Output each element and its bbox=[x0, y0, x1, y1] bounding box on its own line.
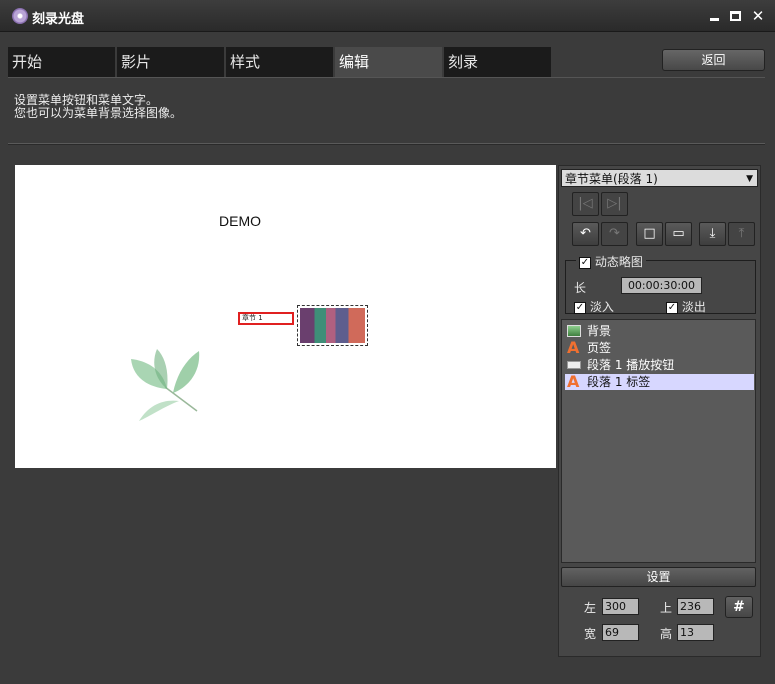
text-icon: A bbox=[567, 338, 580, 357]
instruction-line-2: 您也可以为菜单背景选择图像。 bbox=[14, 106, 183, 120]
layer-label: 背景 bbox=[587, 324, 612, 338]
layer-item-play-button[interactable]: 段落 1 播放按钮 bbox=[565, 357, 754, 373]
last-frame-button[interactable]: ▷| bbox=[601, 192, 628, 216]
preview-monitor-button[interactable]: ▭ bbox=[665, 222, 692, 246]
undo-button[interactable]: ↶ bbox=[572, 222, 599, 246]
grid-icon: # bbox=[733, 599, 745, 615]
layer-label: 页签 bbox=[587, 341, 612, 355]
width-input[interactable]: 69 bbox=[602, 624, 639, 641]
left-input[interactable]: 300 bbox=[602, 598, 639, 615]
layer-label: 段落 1 播放按钮 bbox=[587, 358, 675, 372]
title-bar: 刻录光盘 ✕ bbox=[0, 0, 775, 32]
text-icon: A bbox=[567, 372, 580, 391]
layer-label: 段落 1 标签 bbox=[587, 375, 651, 389]
close-icon[interactable]: ✕ bbox=[751, 9, 765, 24]
tab-movie[interactable]: 影片 bbox=[117, 47, 225, 77]
layer-item-chapter-label[interactable]: A 段落 1 标签 bbox=[565, 374, 754, 390]
tab-divider bbox=[8, 77, 765, 78]
checkbox-checked-icon: ✓ bbox=[579, 256, 591, 269]
leaf-decoration-icon bbox=[131, 349, 200, 421]
length-label: 长 bbox=[574, 281, 587, 295]
grid-snap-button[interactable]: # bbox=[725, 596, 753, 618]
chevron-down-icon: ▼ bbox=[746, 174, 753, 184]
length-input[interactable]: 00:00:30:00 bbox=[621, 277, 702, 294]
background-icon bbox=[567, 325, 581, 337]
safe-area-button[interactable]: □ bbox=[636, 222, 663, 246]
motion-thumbnail-checkbox[interactable]: ✓ 动态略图 bbox=[576, 253, 646, 270]
checkbox-checked-icon: ✓ bbox=[574, 301, 586, 314]
layer-item-page-label[interactable]: A 页签 bbox=[565, 340, 754, 356]
import-button[interactable]: ⤓ bbox=[699, 222, 726, 246]
button-icon bbox=[567, 361, 581, 369]
back-button[interactable]: 返回 bbox=[662, 49, 765, 71]
menu-select-value: 章节菜单(段落 1) bbox=[565, 172, 658, 186]
fade-out-checkbox[interactable]: ✓ 淡出 bbox=[666, 298, 706, 315]
section-divider bbox=[8, 143, 765, 145]
left-label: 左 bbox=[584, 601, 597, 615]
layer-list[interactable]: 背景 A 页签 段落 1 播放按钮 A 段落 1 标签 bbox=[561, 319, 756, 563]
minimize-icon[interactable] bbox=[708, 9, 722, 23]
preview-title-text[interactable]: DEMO bbox=[219, 213, 261, 229]
top-label: 上 bbox=[660, 601, 673, 615]
redo-button[interactable]: ↷ bbox=[601, 222, 628, 246]
height-label: 高 bbox=[660, 627, 673, 641]
motion-thumbnail-label: 动态略图 bbox=[594, 255, 643, 269]
properties-panel: 章节菜单(段落 1) ▼ |◁ ▷| ↶ ↷ □ ▭ ⤓ ⤒ ✓ 动态略图 长 … bbox=[558, 165, 761, 657]
checkbox-checked-icon: ✓ bbox=[666, 301, 678, 314]
window-title: 刻录光盘 bbox=[32, 12, 85, 27]
menu-preview-canvas[interactable]: DEMO 章节 1 bbox=[15, 165, 556, 468]
fade-in-label: 淡入 bbox=[589, 300, 614, 314]
tab-style[interactable]: 样式 bbox=[226, 47, 334, 77]
tab-edit[interactable]: 编辑 bbox=[335, 47, 443, 77]
fade-out-label: 淡出 bbox=[681, 300, 706, 314]
first-frame-button[interactable]: |◁ bbox=[572, 192, 599, 216]
tab-burn[interactable]: 刻录 bbox=[444, 47, 552, 77]
height-input[interactable]: 13 bbox=[677, 624, 714, 641]
fade-in-checkbox[interactable]: ✓ 淡入 bbox=[574, 298, 614, 315]
chapter-label-box[interactable]: 章节 1 bbox=[238, 312, 294, 325]
chapter-thumbnail[interactable] bbox=[297, 305, 368, 346]
top-input[interactable]: 236 bbox=[677, 598, 714, 615]
motion-thumbnail-group: ✓ 动态略图 长 00:00:30:00 ✓ 淡入 ✓ 淡出 bbox=[565, 253, 756, 315]
disc-icon bbox=[12, 8, 28, 24]
settings-button[interactable]: 设置 bbox=[561, 567, 756, 587]
instructions: 设置菜单按钮和菜单文字。 您也可以为菜单背景选择图像。 bbox=[14, 94, 182, 120]
width-label: 宽 bbox=[584, 627, 597, 641]
export-button[interactable]: ⤒ bbox=[728, 222, 755, 246]
maximize-icon[interactable] bbox=[730, 11, 741, 21]
layer-item-background[interactable]: 背景 bbox=[565, 323, 754, 339]
tab-start[interactable]: 开始 bbox=[8, 47, 116, 77]
menu-select[interactable]: 章节菜单(段落 1) ▼ bbox=[561, 169, 758, 187]
